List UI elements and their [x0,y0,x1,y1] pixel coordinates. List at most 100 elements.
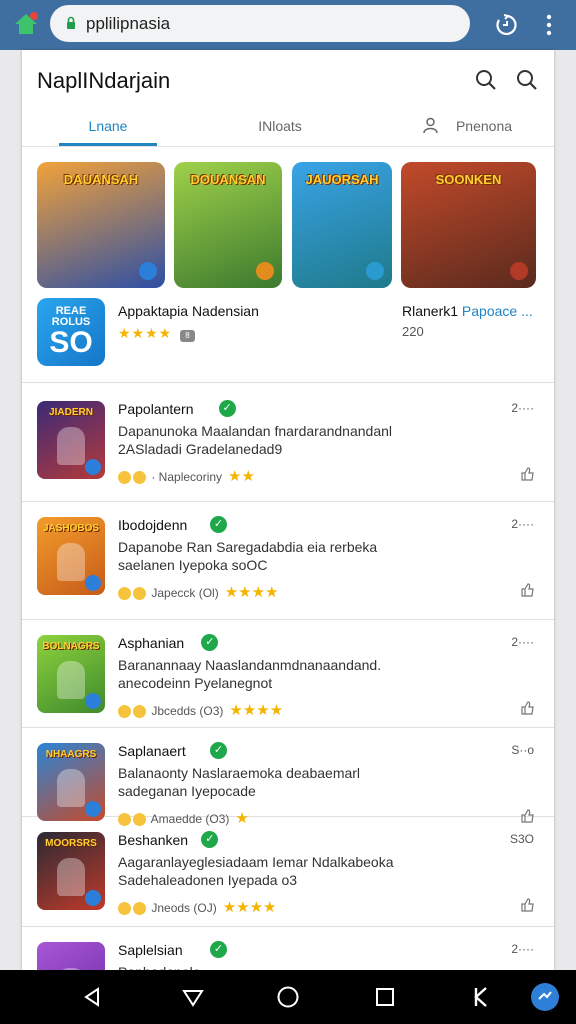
featured-banner-title: DOUANSAN [190,172,266,187]
verified-icon: ✓ [201,634,219,651]
app-badge-icon [85,459,101,475]
tab-bar: Lnane INloats Pnenona [22,114,554,147]
like-icon[interactable] [520,583,534,597]
list-item[interactable]: Saplelsian ✓ Paphadonele 2···· [22,926,554,970]
featured-app-row[interactable]: REAE ROLUS SO Appaktapia Nadensian ★★★★ … [22,294,554,383]
developer-link[interactable]: Papoace ... [462,303,533,319]
app-store-panel: NaplINdarjain Lnane INloats Pnenona DAUA… [22,50,554,970]
banner-badge-icon [256,262,274,280]
tab-pnenona-label: Pnenona [455,118,513,134]
app-desc-line-2: sadeganan Iyepocade [118,783,256,799]
tab-pnenona[interactable]: Pnenona [422,117,524,134]
emoji-icon [133,902,146,916]
app-meta-text: Jbcedds (O3) [151,704,224,718]
rating-stars: ★★★★ [222,899,277,916]
app-icon-top-text: REAE ROLUS [51,305,91,328]
home-icon[interactable] [12,10,40,38]
app-desc-line-1: Paphadonele [118,963,201,970]
back-icon[interactable] [80,985,104,1009]
emoji-icon [133,587,146,601]
chevron-left-icon[interactable] [470,985,494,1009]
app-title: Saplelsian [118,942,183,958]
featured-banner[interactable]: SOONKEN [401,162,536,288]
download-count: 220 [402,324,424,339]
app-count: 2···· [511,517,534,531]
app-icon: JASHOBOS [37,517,105,595]
list-item[interactable]: MOORSRS Beshanken ✓ Aagaranlayeglesiadaam I… [22,816,554,927]
app-meta: Jneods (OJ) ★★★★ [118,898,277,916]
app-icon-label: MOORSRS [45,838,97,849]
app-desc-line-2: saelanen Iyepoka soOC [118,557,268,573]
app-desc-line-1: Dapanunoka Maalandan fnardarandnandanl [118,423,392,439]
app-meta: Jbcedds (O3) ★★★★ [118,701,283,719]
verified-icon: ✓ [218,400,236,417]
app-desc-line-2: 2ASladadi Gradelanedad9 [118,441,283,457]
more-menu-icon[interactable] [536,12,562,38]
app-meta: · Naplecoriny ★★ [118,467,255,485]
featured-banner[interactable]: JAUORSAH [292,162,392,288]
app-icon: NHAAGRS [37,743,105,821]
app-badge-icon [85,801,101,817]
developer-prefix: Rlanerk1 [402,303,459,319]
character-figure [57,769,85,807]
app-desc-line-2: Sadehaleadonen Iyepada o3 [118,872,298,888]
app-desc-line-1: Dapanobe Ran Saregadabdia eia rerbeka [118,539,378,555]
verified-icon: ✓ [201,831,219,848]
app-badge-icon [85,693,101,709]
character-figure [57,543,85,581]
app-count: 2···· [511,635,534,649]
character-figure [57,427,85,465]
list-item[interactable]: NHAAGRS Saplanaert ✓ Balanaonty Naslaraemok… [22,727,554,827]
character-figure [57,858,85,896]
app-title: Beshanken [118,832,189,848]
emoji-icon [133,471,146,485]
featured-banner-title: JAUORSAH [305,172,379,187]
home-circle-icon[interactable] [276,985,300,1009]
app-desc-line-1: Baranannaay Naaslandanmdnanaandand. [118,657,382,673]
app-icon: REAE ROLUS SO [37,298,105,366]
verified-icon: ✓ [210,742,227,759]
character-figure [57,661,85,699]
featured-banner-title: SOONKEN [435,172,502,187]
tab-inloats[interactable]: INloats [230,118,330,134]
app-title: Asphanian [118,635,185,651]
banner-badge-icon [510,262,528,280]
rating-stars: ★★★★ [229,702,284,719]
assistant-icon[interactable] [530,982,560,1012]
tab-lnane[interactable]: Lnane [59,118,157,134]
app-icon-label: NHAAGRS [45,749,97,760]
app-desc-line-1: Balanaonty Naslaraemoka deabaemarl [118,765,361,781]
like-icon[interactable] [520,701,534,715]
app-meta-text: Jneods (OJ) [151,901,217,915]
recents-icon[interactable] [373,985,397,1009]
app-icon [37,942,105,970]
featured-banner[interactable]: DOUANSAN [174,162,282,288]
down-triangle-icon[interactable] [181,985,205,1009]
banner-badge-icon [139,262,157,280]
like-icon[interactable] [520,898,534,912]
app-count: S··o [511,743,534,757]
featured-banner[interactable]: DAUANSAH [37,162,165,288]
app-count: 2···· [511,942,534,956]
app-icon-big-text: SO [49,326,93,359]
search-icon-2[interactable] [515,68,539,92]
active-tab-indicator [59,143,157,146]
app-icon: JIADERN [37,401,105,479]
list-item[interactable]: JIADERN Papolantern ✓ Dapanunoka Maalandan … [22,385,554,502]
emoji-icon [118,471,131,485]
app-meta-text: Japecck (Ol) [151,586,219,600]
verified-icon: ✓ [210,941,227,958]
banner-badge-icon [366,262,384,280]
tab-switcher-icon[interactable] [494,12,520,38]
list-item[interactable]: JASHOBOS Ibodojdenn ✓ Dapanobe Ran Saregada… [22,501,554,620]
app-count: S3O [509,832,534,846]
app-meta-text: · Naplecoriny [151,470,223,484]
search-icon[interactable] [474,68,498,92]
list-item[interactable]: BOLNAGRS Asphanian ✓ Baranannaay Naaslandan… [22,619,554,728]
app-title: Ibodojdenn [118,517,188,533]
app-desc-line-2: anecodeinn Pyelanegnot [118,675,273,691]
like-icon[interactable] [520,467,534,481]
person-icon [423,117,438,134]
app-desc-line-1: Aagaranlayeglesiadaam Iemar Ndalkabeoka [118,854,394,870]
url-bar[interactable]: pplilipnasia [50,5,470,42]
